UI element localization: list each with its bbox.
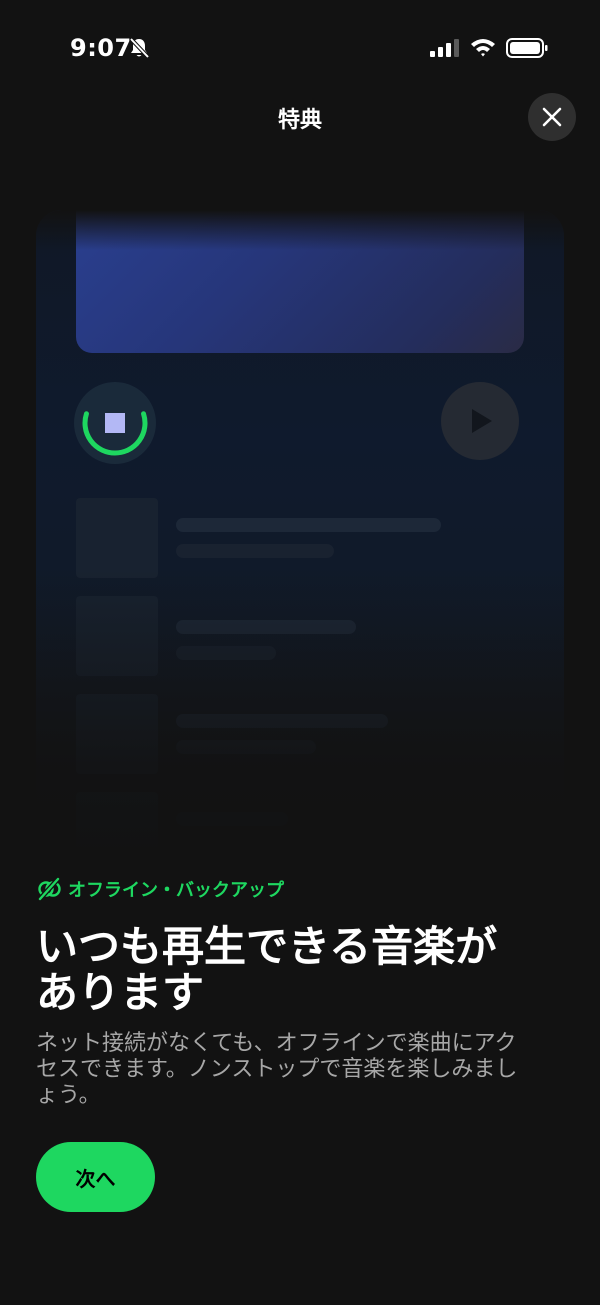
cellular-signal-icon xyxy=(430,39,459,57)
status-bar: 9:07 xyxy=(0,0,600,96)
feature-label: オフライン・バックアップ xyxy=(68,880,284,901)
close-button[interactable] xyxy=(528,93,576,141)
description-line: ょう。 xyxy=(36,1083,101,1108)
page-title: 特典 xyxy=(277,108,322,133)
description-line: ネット接続がなくても、オフラインで楽曲にアク xyxy=(36,1031,517,1056)
status-time: 9:07 xyxy=(70,34,132,62)
benefits-screen: 9:07 特典 オフライン・バックアップ いつも再生できる音楽が あります ネッ… xyxy=(0,0,600,1305)
headline-line: あります xyxy=(36,968,205,1017)
close-icon xyxy=(542,107,562,127)
offline-icon xyxy=(38,877,61,901)
wifi-icon xyxy=(471,39,495,57)
headline: いつも再生できる音楽が あります xyxy=(36,924,576,1016)
bell-muted-icon xyxy=(129,37,150,59)
feature-tag: オフライン・バックアップ xyxy=(36,876,284,902)
next-button[interactable]: 次へ xyxy=(36,1142,155,1212)
battery-icon xyxy=(506,38,548,58)
offline-illustration xyxy=(36,210,564,860)
description: ネット接続がなくても、オフラインで楽曲にアク セスできます。ノンストップで音楽を… xyxy=(36,1031,566,1109)
headline-line: いつも再生できる音楽が xyxy=(36,922,498,971)
description-line: セスできます。ノンストップで音楽を楽しみまし xyxy=(36,1057,518,1082)
